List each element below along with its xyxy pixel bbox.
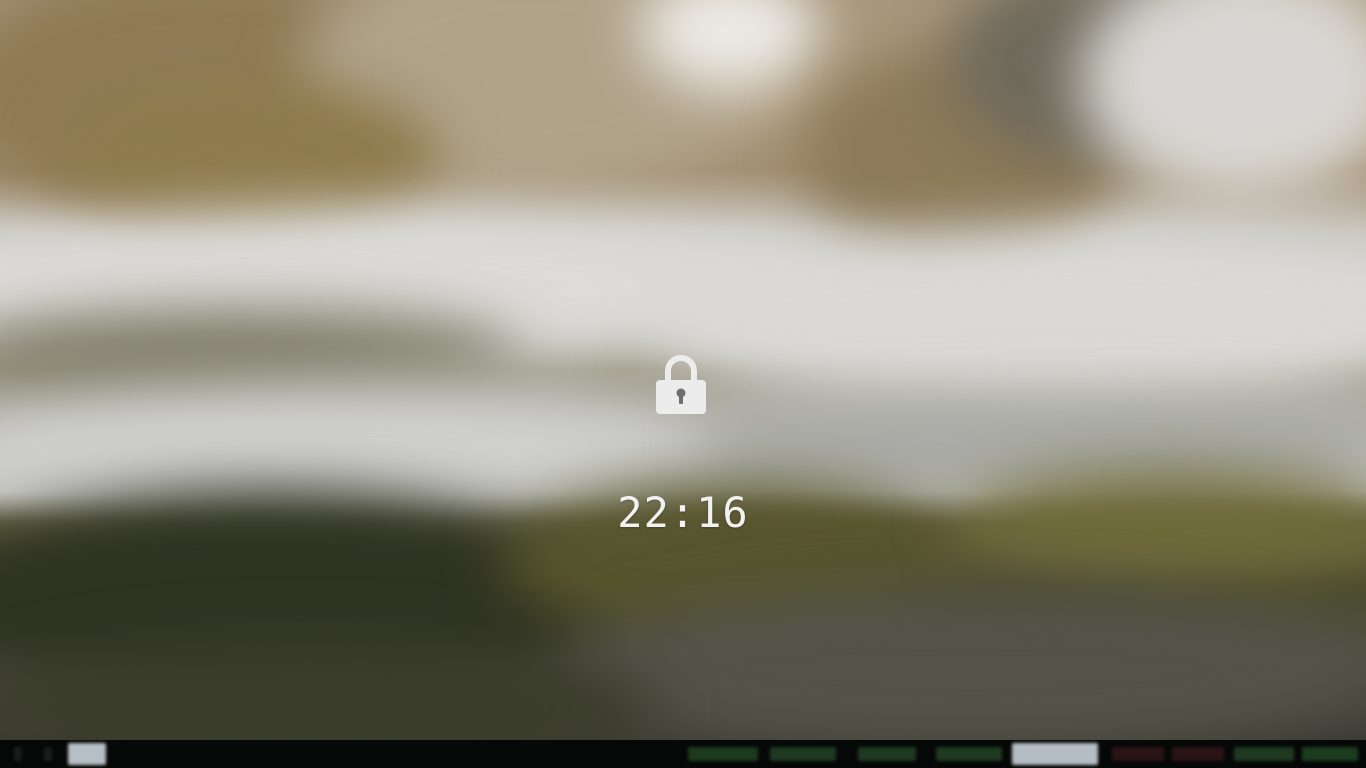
status-block-4[interactable] (936, 747, 1002, 761)
panel-dot-2 (44, 747, 52, 761)
status-block-7[interactable] (1172, 747, 1224, 761)
workspace-indicator[interactable] (68, 743, 106, 765)
status-block-8[interactable] (1234, 747, 1294, 761)
status-block-6[interactable] (1112, 747, 1164, 761)
status-block-3[interactable] (858, 747, 916, 761)
lock-screen: 22:16 (0, 0, 1366, 768)
panel-dot-1 (14, 747, 22, 761)
status-block-1[interactable] (688, 747, 758, 761)
status-block-2[interactable] (770, 747, 836, 761)
bottom-panel (0, 740, 1366, 768)
clock-time: 22:16 (617, 488, 749, 537)
status-block-5[interactable] (1012, 743, 1098, 765)
status-block-9[interactable] (1302, 747, 1358, 761)
lock-icon (656, 355, 706, 414)
